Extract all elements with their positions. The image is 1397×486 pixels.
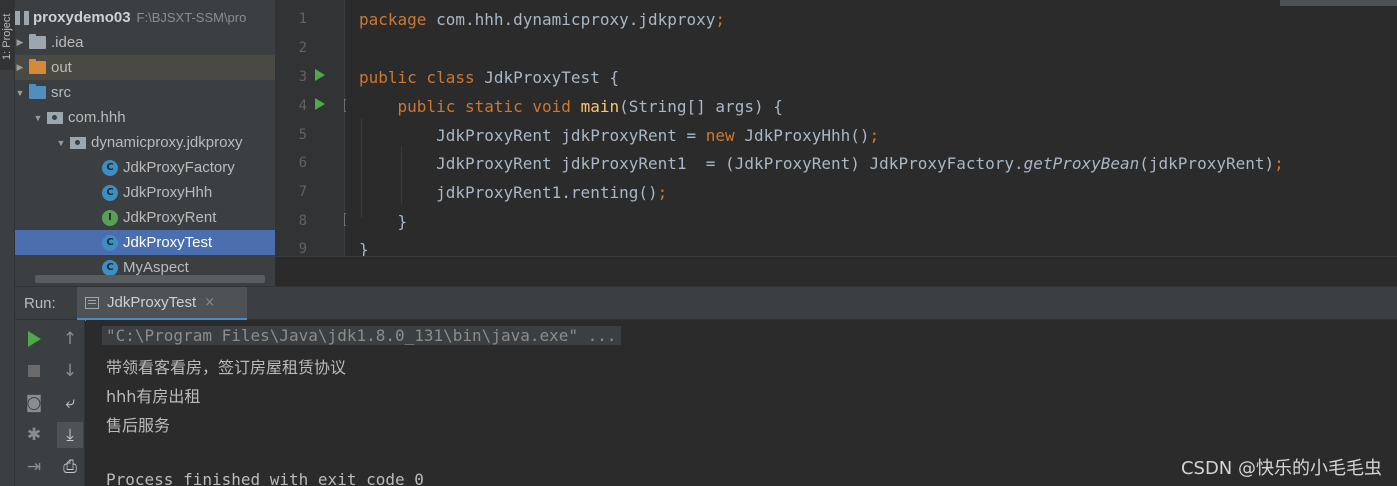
project-path: F:\BJSXT-SSM\pro [136, 10, 247, 25]
class-icon: C [102, 234, 118, 251]
soft-wrap-button[interactable]: ⤶ [57, 390, 83, 416]
tree-item-label: MyAspect [123, 259, 189, 276]
project-panel: proxydemo03 F:\BJSXT-SSM\pro ▶ .idea ▶ o… [15, 0, 275, 286]
tree-item-label: JdkProxyRent [123, 209, 217, 226]
arrow-up-icon: ↑ [62, 329, 78, 349]
code-line-1: package com.hhh.dynamicproxy.jdkproxy; [359, 10, 726, 29]
run-gutter-icon[interactable] [315, 69, 325, 81]
rerun-button[interactable] [21, 326, 47, 352]
bug-icon: ✱ [26, 425, 42, 445]
tree-row-com-hhh[interactable]: ▼ com.hhh [15, 105, 275, 130]
run-label: Run: [24, 295, 56, 312]
tree-item-label: JdkProxyHhh [123, 184, 213, 201]
close-icon[interactable]: × [204, 295, 215, 310]
console-icon [85, 296, 99, 309]
watermark: CSDN @快乐的小毛毛虫 [1180, 458, 1382, 479]
scroll-up-button[interactable]: ↑ [57, 326, 83, 352]
code-line-8: } [359, 212, 408, 231]
run-tool-header: Run: JdkProxyTest × [15, 286, 1397, 321]
tree-row-jdkproxyhhh[interactable]: C JdkProxyHhh [15, 180, 275, 205]
stop-icon [28, 365, 40, 377]
tree-item-label: src [51, 84, 71, 101]
editor-gutter: 1 2 3 4 5 6 7 8 9 [275, 0, 357, 257]
tree-row-jdkproxy[interactable]: ▼ dynamicproxy.jdkproxy [15, 130, 275, 155]
tree-row-idea[interactable]: ▶ .idea [15, 30, 275, 55]
line-number: 9 [298, 241, 307, 257]
tree-item-label: com.hhh [68, 109, 126, 126]
line-number: 3 [298, 69, 307, 85]
arrow-down-icon: ↓ [62, 361, 78, 381]
chevron-right-icon[interactable]: ▶ [15, 37, 25, 48]
tree-row-jdkproxyfactory[interactable]: C JdkProxyFactory [15, 155, 275, 180]
tree-row-jdkproxytest[interactable]: C JdkProxyTest [15, 230, 275, 255]
line-number: 2 [298, 40, 307, 56]
tree-item-label: out [51, 59, 72, 76]
scroll-down-button[interactable]: ↓ [57, 358, 83, 384]
code-line-4: public static void main(String[] args) { [397, 97, 783, 116]
line-number: 4 [298, 98, 307, 114]
line-number: 8 [298, 213, 307, 229]
chevron-down-icon[interactable]: ▼ [33, 113, 43, 123]
editor-bottom-area [275, 256, 1397, 286]
printer-icon: ⎙ [63, 457, 77, 477]
chevron-down-icon[interactable]: ▼ [56, 138, 66, 148]
exit-button[interactable]: ⇥ [21, 454, 47, 480]
exit-icon: ⇥ [26, 457, 42, 477]
class-icon: C [102, 184, 118, 201]
chevron-right-icon[interactable]: ▶ [15, 62, 25, 73]
interface-icon: I [102, 209, 118, 226]
folder-icon [29, 34, 46, 49]
run-gutter-icon[interactable] [315, 98, 325, 110]
code-editor[interactable]: package com.hhh.dynamicproxy.jdkproxy; p… [346, 0, 1397, 256]
tree-item-label: .idea [51, 34, 84, 51]
folder-icon [29, 59, 46, 74]
tree-row-jdkproxyrent[interactable]: I JdkProxyRent [15, 205, 275, 230]
project-tool-tab[interactable]: 1: Project [0, 0, 15, 70]
package-icon [47, 111, 63, 124]
run-toolbar: ↑ ↓ ◙ ⤶ ✱ ⤓ ⇥ ⎙ [15, 320, 85, 486]
project-tool-tab-label: 1: Project [1, 13, 13, 60]
code-line-7: jdkProxyRent1.renting(); [359, 183, 668, 202]
tree-row-src[interactable]: ▼ src [15, 80, 275, 105]
line-number: 5 [298, 127, 307, 143]
class-icon: C [102, 259, 118, 276]
soft-wrap-icon: ⤶ [65, 393, 75, 413]
line-number: 1 [298, 11, 307, 27]
run-tab-label: JdkProxyTest [107, 294, 197, 311]
stop-button[interactable] [21, 358, 47, 384]
package-icon [70, 136, 86, 149]
debug-button[interactable]: ✱ [21, 422, 47, 448]
tree-item-label: dynamicproxy.jdkproxy [91, 134, 243, 151]
console-line: hhh有房出租 [106, 387, 201, 406]
print-button[interactable]: ⎙ [57, 454, 83, 480]
class-icon: C [102, 159, 118, 176]
tree-horizontal-scrollbar[interactable] [35, 275, 265, 283]
code-line-6: JdkProxyRent jdkProxyRent1 = (JdkProxyRe… [359, 154, 1284, 173]
console-line: 售后服务 [106, 416, 171, 435]
camera-icon: ◙ [25, 393, 43, 413]
play-icon [27, 331, 41, 347]
line-number: 7 [298, 184, 307, 200]
tree-item-label: JdkProxyTest [123, 234, 213, 251]
console-line: 带领看客看房，签订房屋租赁协议 [106, 358, 347, 377]
scroll-to-end-button[interactable]: ⤓ [57, 422, 83, 448]
code-line-5: JdkProxyRent jdkProxyRent = new JdkProxy… [359, 126, 880, 145]
source-folder-icon [29, 84, 46, 99]
tree-row-project[interactable]: proxydemo03 F:\BJSXT-SSM\pro [15, 5, 275, 30]
tree-row-out[interactable]: ▶ out [15, 55, 275, 80]
run-tab-jdkproxytest[interactable]: JdkProxyTest × [77, 287, 247, 321]
editor-horizontal-scrollbar[interactable] [1280, 0, 1397, 6]
scroll-to-end-icon: ⤓ [66, 425, 74, 445]
line-number: 6 [298, 155, 307, 171]
project-name: proxydemo03 [33, 9, 131, 26]
code-line-3: public class JdkProxyTest { [359, 68, 620, 87]
chevron-down-icon[interactable]: ▼ [15, 88, 25, 98]
tree-item-label: JdkProxyFactory [123, 159, 235, 176]
console-line-command: "C:\Program Files\Java\jdk1.8.0_131\bin\… [102, 326, 621, 345]
project-module-icon [15, 10, 29, 25]
left-tool-strip: 1: Project [0, 0, 15, 486]
code-line-9: } [359, 240, 369, 256]
console-line-exit: Process finished with exit code 0 [106, 470, 424, 486]
dump-threads-button[interactable]: ◙ [21, 390, 47, 416]
